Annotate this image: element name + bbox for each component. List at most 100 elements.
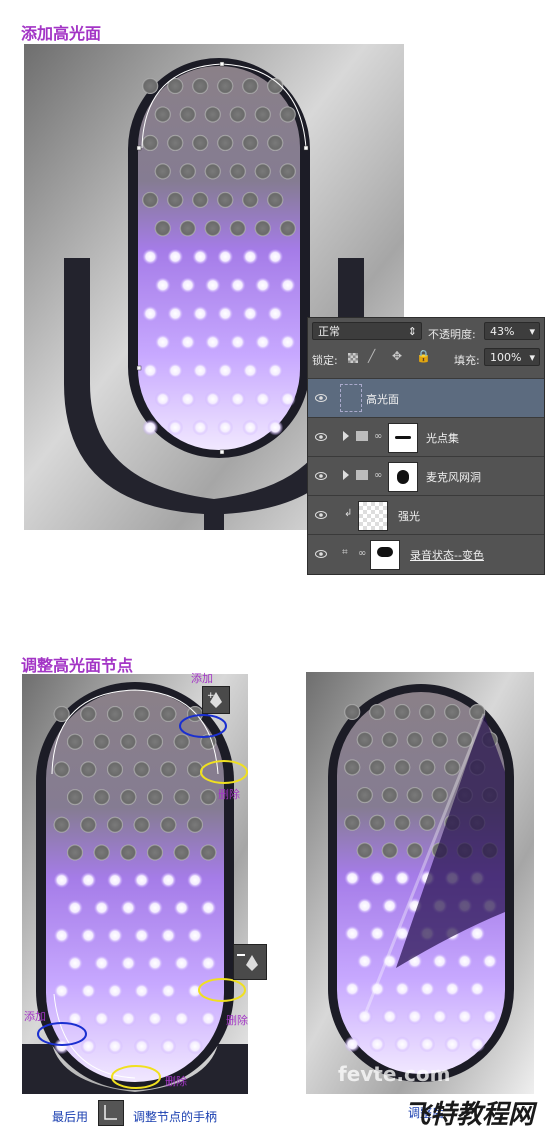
mic-hole [147,789,163,806]
blend-row: 正常 ⇕ 不透明度: 43% ▾ [308,318,544,344]
mic-hole [160,816,177,833]
mic-hole [217,248,234,265]
mic-hole [160,982,177,999]
mic-hole [187,816,203,833]
mic-hole [344,870,361,887]
mic-hole [279,163,296,180]
mic-hole [93,1010,110,1027]
mic-hole [229,106,246,123]
mic-hole [254,163,271,180]
opacity-label: 不透明度: [428,328,476,341]
expand-arrow-icon[interactable] [343,470,349,480]
eye-icon[interactable] [315,509,327,521]
mic-hole [167,305,184,322]
mic-hole [179,391,196,408]
eye-icon[interactable] [315,392,327,404]
eye-icon[interactable] [315,431,327,443]
mic-hole [179,334,196,351]
brush-icon[interactable]: ╱ [368,349,375,363]
fill-input[interactable]: 100% ▾ [484,348,540,366]
mic-hole [229,277,246,294]
blend-mode-select[interactable]: 正常 ⇕ [312,322,422,340]
mic-hole [53,761,70,778]
mic-hole [356,731,373,748]
mic-hole [344,759,361,776]
mic-hole [80,982,97,999]
mic-hole [67,844,83,861]
section-title-add-highlight: 添加高光面 [21,24,102,43]
mic-hole [381,731,398,748]
pen-delete-icon [233,944,267,980]
mic-hole [120,899,137,916]
svg-text:+: + [207,691,215,701]
mic-hole [242,362,259,379]
mic-hole [267,134,284,151]
mic-hole [229,391,246,408]
layer-row-hard-light[interactable]: ↲ 强光 [308,495,544,534]
mic-hole [192,248,209,265]
mic-hole [93,733,110,750]
mic-hole [160,872,177,889]
mic-hole [147,1010,163,1027]
mask-thumb [388,462,418,492]
mic-hole [242,78,259,94]
layer-row-highlight[interactable]: 高光面 [308,378,544,417]
checker-icon[interactable] [348,353,358,363]
mic-hole [120,789,137,806]
mic-hole [344,925,361,942]
layer-name: 麦克风网洞 [426,471,481,484]
mic-hole [344,814,361,831]
annotation-delete-bottom: 删除 [165,1075,187,1088]
mic-hole [167,362,184,379]
mic-hole [192,191,209,208]
mic-hole [344,1036,361,1053]
mic-hole [431,787,448,804]
mic-hole [406,731,423,748]
mic-hole [133,761,150,778]
mic-hole [80,872,97,889]
mic-hole [160,706,177,722]
mic-hole [267,362,284,379]
mic-hole [107,982,123,999]
layer-row-mic-mesh[interactable]: ∞ 麦克风网洞 [308,456,544,495]
mic-hole [419,1036,436,1053]
mic-hole [200,899,217,916]
mic-hole [167,248,184,265]
mic-hole [279,334,296,351]
mic-hole [142,305,159,322]
mic-hole [279,391,296,408]
layer-row-glow-dots[interactable]: ∞ 光点集 [308,417,544,456]
mic-hole [394,759,411,776]
mic-hole [107,816,123,833]
mic-hole [356,842,373,859]
mic-hole [469,925,486,942]
mic-hole [254,106,271,123]
mic-hole [167,419,184,436]
mic-hole [356,1008,373,1025]
opacity-input[interactable]: 43% ▾ [484,322,540,340]
mic-hole [107,927,123,944]
mic-hole [142,419,159,436]
lock-row: 锁定: ╱ ✥ 🔒 填充: 100% ▾ [308,344,544,370]
mic-hole [406,1008,423,1025]
caption-prefix: 最后用 [52,1110,89,1124]
eye-icon[interactable] [315,470,327,482]
mic-hole [167,134,184,151]
layer-row-recording-color[interactable]: ⌗ ∞ 录音状态--变色 [308,534,544,573]
move-icon[interactable]: ✥ [392,349,402,363]
result-svg [306,672,534,1094]
eye-icon[interactable] [315,548,327,560]
mic-hole [53,982,70,999]
mic-hole [456,1008,473,1025]
watermark-latin: fevte.com [338,1062,451,1086]
layer-name: 高光面 [366,393,399,406]
expand-arrow-icon[interactable] [343,431,349,441]
mic-hole [242,191,259,208]
lock-icon[interactable]: 🔒 [416,349,431,363]
mic-hole [187,872,203,889]
mic-hole [267,191,284,208]
mic-hole [279,277,296,294]
mic-hole [204,106,221,123]
mic-hole [254,334,271,351]
mic-hole [154,391,171,408]
